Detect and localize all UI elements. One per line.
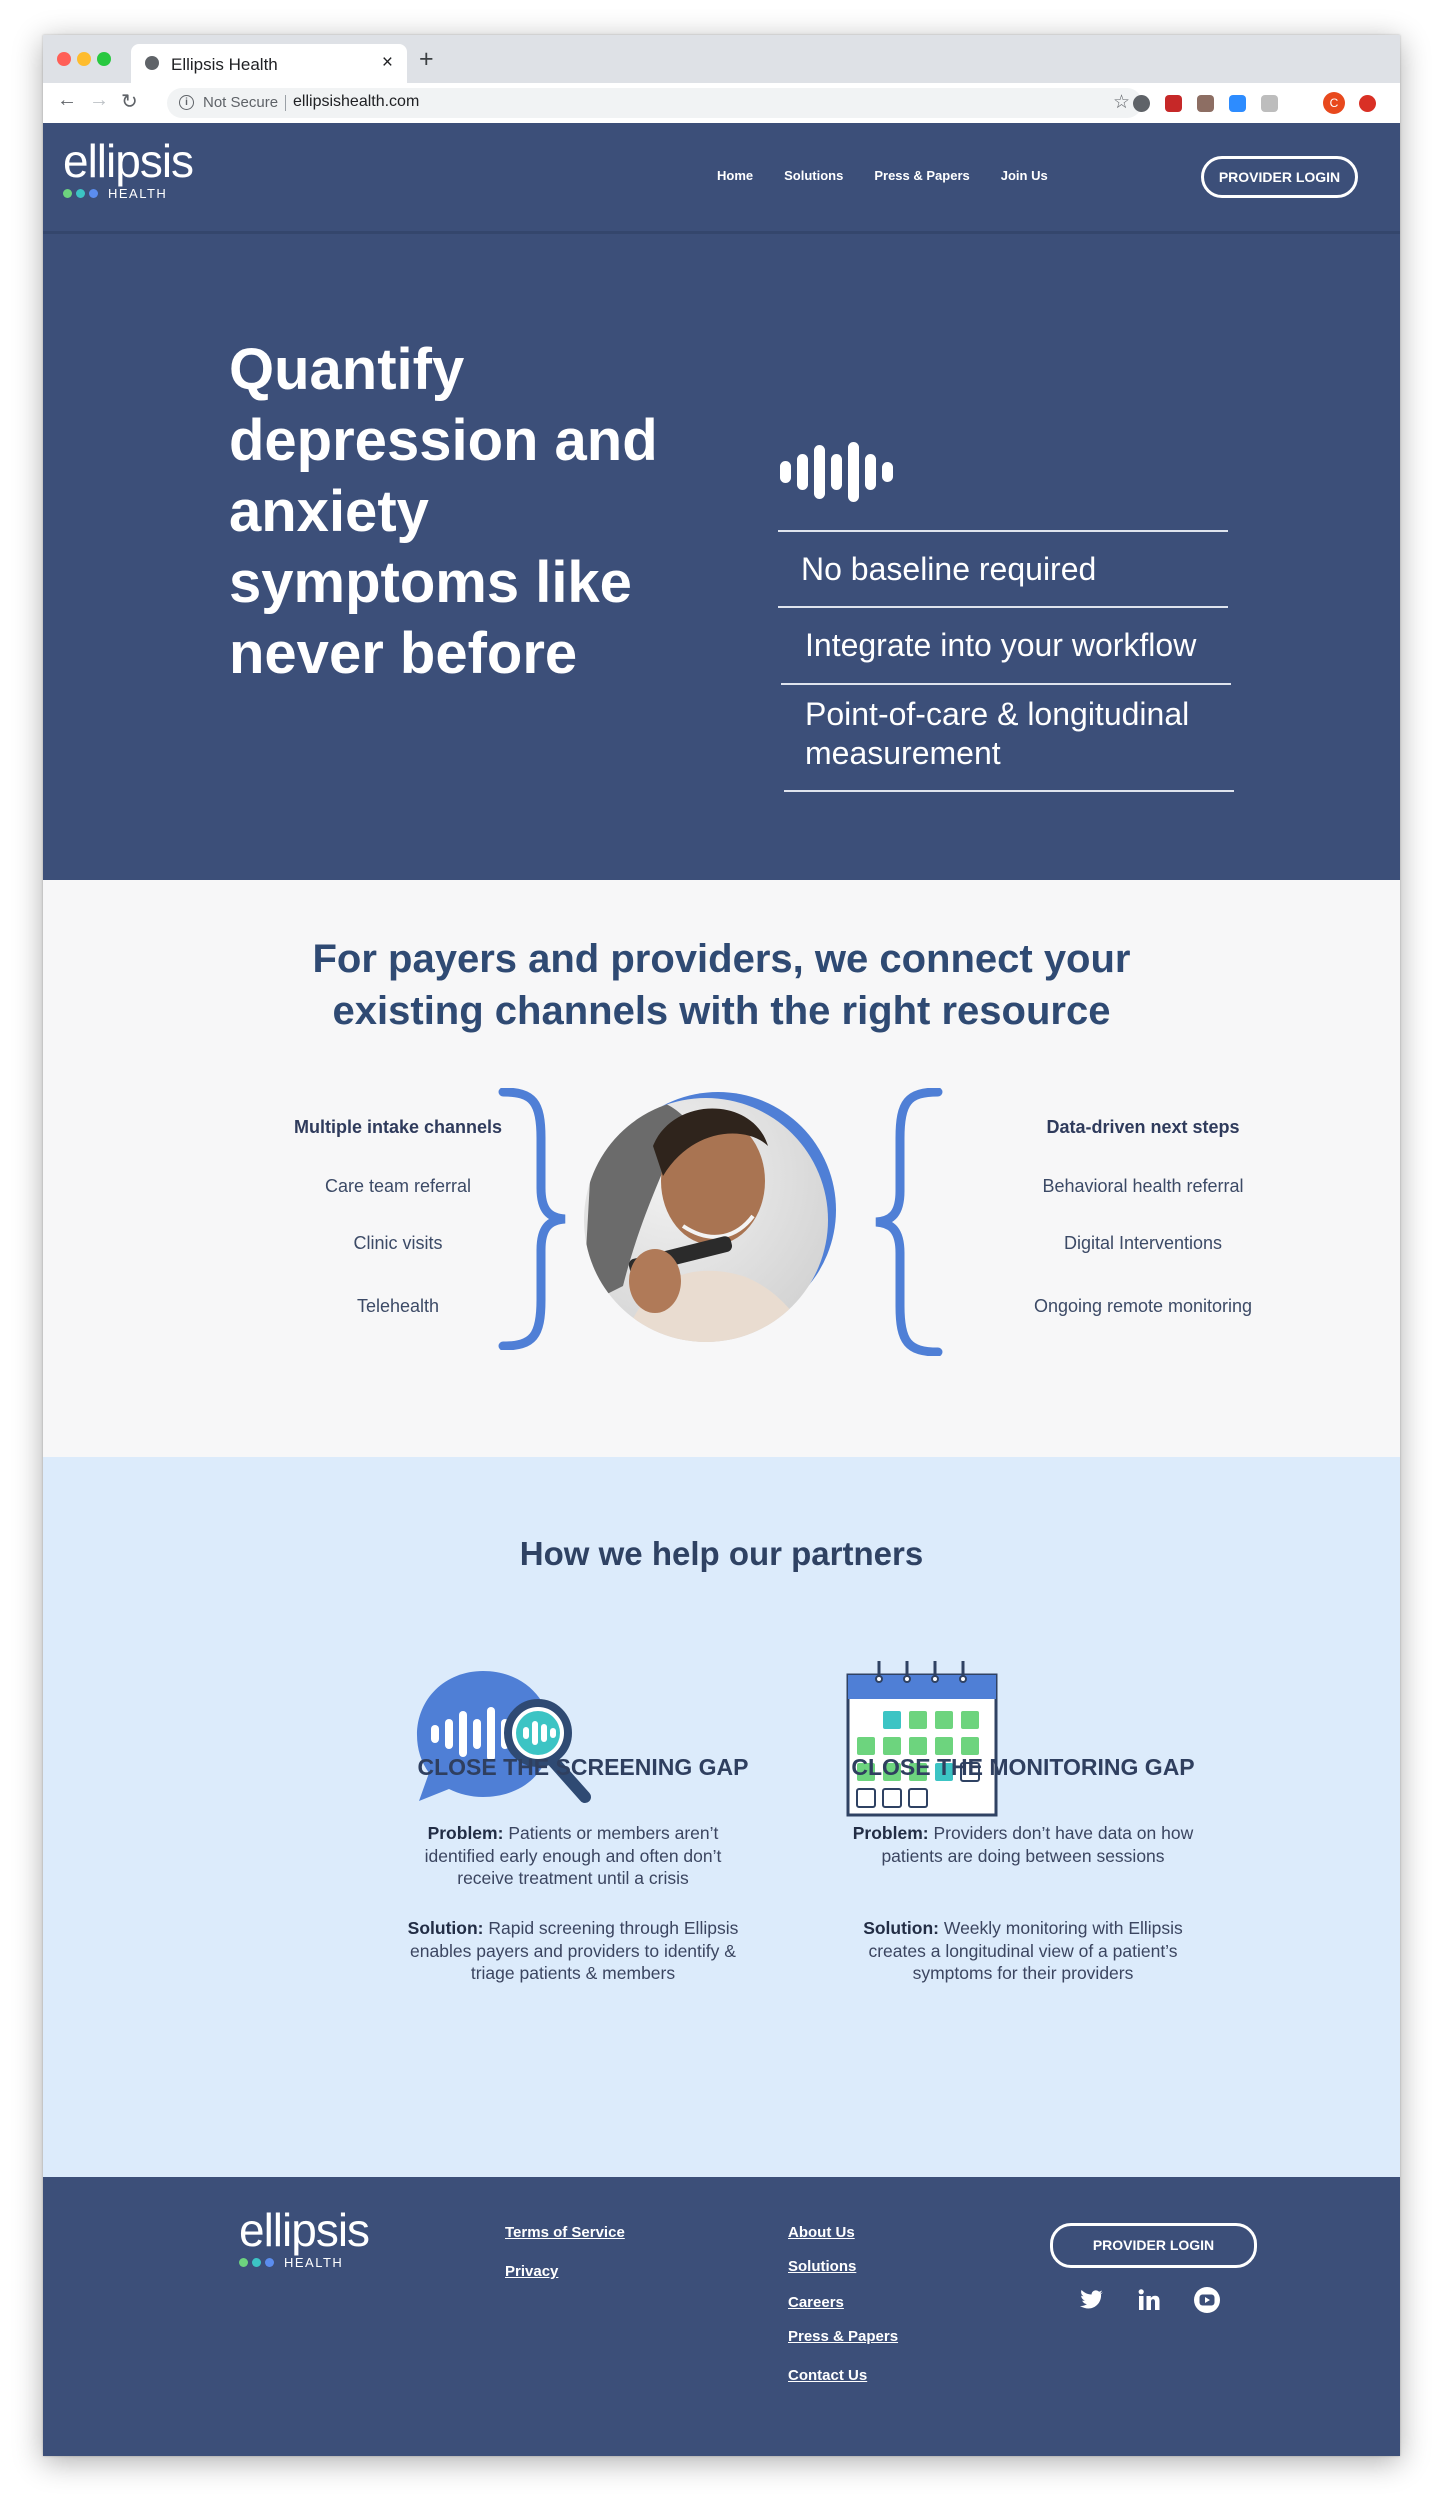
address-bar[interactable]: i Not Secure ellipsishealth.com ☆	[167, 88, 1142, 118]
logo-subline: HEALTH	[239, 2255, 369, 2270]
zoom-icon[interactable]	[1229, 95, 1246, 112]
extension-icon[interactable]	[1197, 95, 1214, 112]
browser-window: Ellipsis Health × + ← → ↻ i Not Secure e…	[43, 35, 1400, 2456]
profile-avatar[interactable]: C	[1323, 92, 1345, 114]
hero-section: Quantify depression and anxiety symptoms…	[43, 234, 1400, 880]
hero-title: Quantify depression and anxiety symptoms…	[229, 337, 658, 686]
forward-arrow-icon[interactable]: →	[89, 89, 109, 112]
logo-dot	[63, 189, 72, 198]
footer-link-careers[interactable]: Careers	[788, 2294, 844, 2311]
monitoring-gap-title: CLOSE THE MONITORING GAP	[851, 1754, 1195, 1780]
twitter-icon[interactable]	[1080, 2289, 1104, 2311]
tab-bar: Ellipsis Health × +	[43, 35, 1400, 83]
ublock-icon[interactable]	[1165, 95, 1182, 112]
monitoring-solution: Solution: Weekly monitoring with Ellipsi…	[848, 1917, 1198, 1985]
footer-link-contact[interactable]: Contact Us	[788, 2367, 867, 2384]
logo-wordmark: ellipsis	[63, 135, 194, 187]
screening-gap-title: CLOSE THE SCREENING GAP	[417, 1754, 749, 1780]
feature-divider	[778, 606, 1228, 608]
new-tab-button[interactable]: +	[419, 47, 434, 72]
logo-dot	[89, 189, 98, 198]
logo-wordmark: ellipsis	[239, 2204, 370, 2256]
feature-divider	[778, 530, 1228, 532]
site-footer: ellipsis HEALTH Terms of Service Privacy…	[43, 2177, 1400, 2456]
nav-link-press[interactable]: Press & Papers	[874, 168, 969, 183]
feature-integrate: Integrate into your workflow	[805, 627, 1197, 663]
footer-link-privacy[interactable]: Privacy	[505, 2263, 558, 2280]
feature-divider	[781, 683, 1231, 685]
solution-label: Solution:	[407, 1918, 484, 1938]
screening-problem: Problem: Patients or members aren’t iden…	[403, 1822, 743, 1890]
site-header: ellipsis HEALTH Home Solutions Press & P…	[43, 123, 1400, 234]
next-step-item: Ongoing remote monitoring	[1033, 1296, 1253, 1316]
calendar-icon	[846, 1661, 998, 1817]
logo-health-text: HEALTH	[108, 186, 168, 201]
divider	[285, 95, 286, 111]
voice-waveform-icon	[780, 442, 893, 502]
footer-logo[interactable]: ellipsis HEALTH	[239, 2204, 370, 2270]
partners-title: How we help our partners	[519, 1535, 924, 1572]
logo-dot	[239, 2258, 248, 2267]
problem-text: Providers don’t have data on how patient…	[881, 1823, 1194, 1866]
feature-no-baseline: No baseline required	[801, 551, 1097, 587]
browser-toolbar: ← → ↻ i Not Secure ellipsishealth.com ☆ …	[43, 83, 1400, 124]
right-brace-icon	[498, 1088, 566, 1350]
next-steps-heading: Data-driven next steps	[1046, 1117, 1240, 1137]
logo-subline: HEALTH	[63, 186, 193, 201]
problem-label: Problem:	[852, 1823, 929, 1843]
globe-icon	[145, 56, 159, 70]
main-nav: Home Solutions Press & Papers Join Us	[717, 168, 1048, 183]
connect-title: For payers and providers, we connect you…	[312, 937, 1131, 1033]
monitoring-problem: Problem: Providers don’t have data on ho…	[848, 1822, 1198, 1867]
maximize-window-button[interactable]	[97, 52, 111, 66]
provider-login-button[interactable]: PROVIDER LOGIN	[1201, 156, 1358, 198]
logo-dot	[252, 2258, 261, 2267]
web-page: ellipsis HEALTH Home Solutions Press & P…	[43, 123, 1400, 2456]
browser-tab[interactable]: Ellipsis Health ×	[131, 44, 407, 83]
footer-provider-login-button[interactable]: PROVIDER LOGIN	[1050, 2223, 1257, 2268]
tab-title: Ellipsis Health	[171, 55, 278, 74]
logo-dot	[265, 2258, 274, 2267]
url-text[interactable]: ellipsishealth.com	[293, 93, 419, 111]
footer-link-press[interactable]: Press & Papers	[788, 2328, 898, 2345]
screening-search-icon	[417, 1671, 591, 1803]
left-brace-icon	[875, 1088, 943, 1356]
connect-section: For payers and providers, we connect you…	[43, 880, 1400, 1457]
minimize-window-button[interactable]	[77, 52, 91, 66]
next-step-item: Digital Interventions	[1063, 1233, 1223, 1253]
linkedin-icon[interactable]	[1138, 2289, 1160, 2311]
nav-link-solutions[interactable]: Solutions	[784, 168, 843, 183]
bookmark-star-icon[interactable]: ☆	[1113, 91, 1130, 114]
nav-link-home[interactable]: Home	[717, 168, 753, 183]
extension-icon[interactable]	[1359, 95, 1376, 112]
screening-solution: Solution: Rapid screening through Ellips…	[403, 1917, 743, 1985]
tab-close-icon[interactable]: ×	[382, 52, 393, 74]
feature-divider	[784, 790, 1234, 792]
back-arrow-icon[interactable]: ←	[57, 89, 77, 112]
feature-point-of-care: Point-of-care & longitudinal measurement	[805, 696, 1190, 771]
extension-icon[interactable]	[1261, 95, 1278, 112]
close-window-button[interactable]	[57, 52, 71, 66]
logo-health-text: HEALTH	[284, 2255, 344, 2270]
extension-icon[interactable]	[1133, 95, 1150, 112]
footer-link-terms[interactable]: Terms of Service	[505, 2224, 625, 2241]
info-icon[interactable]: i	[179, 95, 194, 110]
woman-speaking-photo	[584, 1092, 836, 1342]
site-logo[interactable]: ellipsis HEALTH	[63, 135, 194, 201]
nav-link-join[interactable]: Join Us	[1001, 168, 1048, 183]
next-step-item: Behavioral health referral	[1042, 1176, 1244, 1196]
logo-dot	[76, 189, 85, 198]
problem-label: Problem:	[427, 1823, 504, 1843]
partners-section: How we help our partners CLOSE THE SCREE…	[43, 1457, 1400, 2177]
security-label: Not Secure	[203, 94, 279, 111]
youtube-icon[interactable]	[1193, 2286, 1221, 2314]
footer-link-solutions[interactable]: Solutions	[788, 2258, 856, 2275]
footer-link-about[interactable]: About Us	[788, 2224, 855, 2241]
reload-icon[interactable]: ↻	[121, 89, 138, 114]
solution-label: Solution:	[863, 1918, 939, 1938]
